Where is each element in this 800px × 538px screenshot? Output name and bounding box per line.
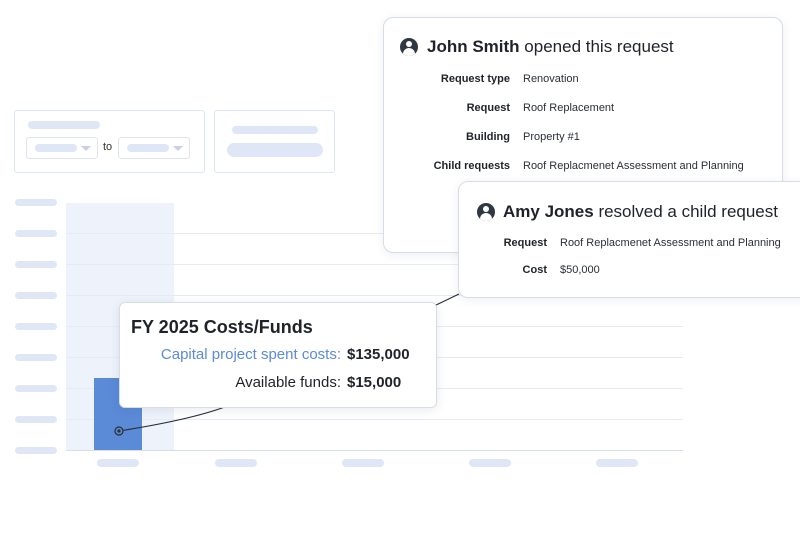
chart-tooltip: FY 2025 Costs/Funds Capital project spen… (119, 302, 437, 408)
child-action-text: resolved a child request (598, 202, 778, 221)
bar-data-point-center (117, 429, 121, 433)
tooltip-title: FY 2025 Costs/Funds (131, 317, 313, 337)
user-avatar-icon (400, 38, 418, 56)
field-value-child-requests[interactable]: Roof Replacmenet Assessment and Planning (523, 160, 744, 172)
child-card-title: Amy Jones resolved a child request (503, 202, 778, 222)
field-label-child-request: Request (503, 237, 547, 249)
field-label-building: Building (466, 131, 510, 143)
tooltip-to-card-connector (433, 293, 460, 307)
field-label-child-requests: Child requests (433, 160, 510, 172)
field-value-cost: $50,000 (560, 264, 600, 276)
field-label-request: Request (466, 102, 510, 114)
field-value-request: Roof Replacement (523, 102, 615, 114)
field-value-building: Property #1 (523, 131, 580, 143)
available-funds-label: Available funds: (235, 374, 341, 391)
child-request-resolved-card: Amy Jones resolved a child request Reque… (458, 181, 800, 298)
spent-costs-label: Capital project spent costs: (160, 346, 341, 363)
request-card-title: John Smith opened this request (427, 37, 674, 57)
spent-costs-value: $135,000 (347, 346, 410, 363)
field-label-cost: Cost (522, 264, 547, 276)
request-author-name: John Smith (427, 37, 520, 56)
request-action-text: opened this request (524, 37, 674, 56)
field-label-request-type: Request type (440, 73, 510, 85)
available-funds-value: $15,000 (347, 374, 402, 391)
child-author-name: Amy Jones (503, 202, 594, 221)
user-avatar-icon (477, 203, 495, 221)
field-value-child-request: Roof Replacmenet Assessment and Planning (560, 237, 781, 249)
bar-to-tooltip-connector (118, 404, 231, 432)
field-value-request-type: Renovation (523, 73, 579, 85)
